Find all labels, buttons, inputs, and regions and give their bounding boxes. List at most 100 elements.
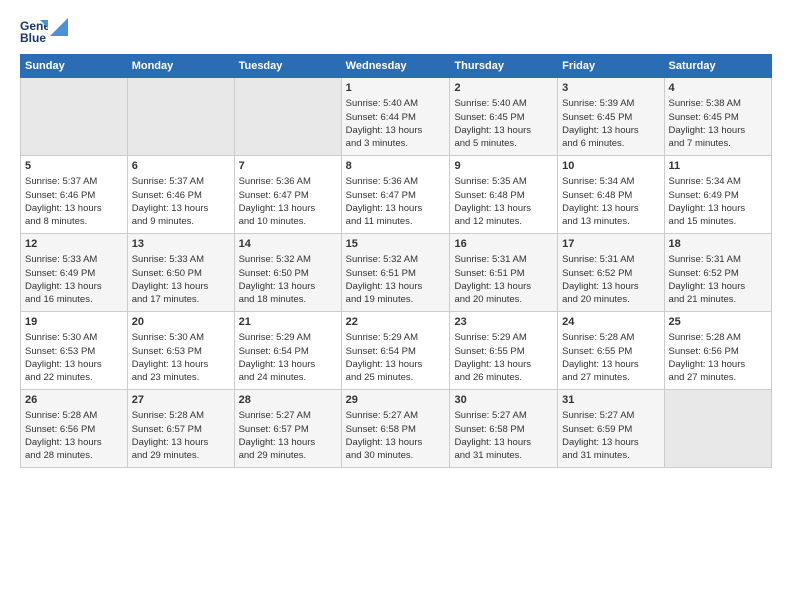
calendar-cell: 15Sunrise: 5:32 AMSunset: 6:51 PMDayligh…: [341, 234, 450, 312]
day-info: Daylight: 13 hours: [562, 358, 659, 371]
day-number: 30: [454, 393, 553, 408]
day-info: and 15 minutes.: [669, 215, 767, 228]
day-info: Sunrise: 5:36 AM: [346, 175, 446, 188]
day-info: Daylight: 13 hours: [346, 436, 446, 449]
day-info: Daylight: 13 hours: [454, 280, 553, 293]
logo-triangle-icon: [50, 18, 68, 36]
day-info: Sunset: 6:54 PM: [346, 345, 446, 358]
day-info: Sunset: 6:48 PM: [562, 189, 659, 202]
day-number: 21: [239, 315, 337, 330]
week-row-2: 5Sunrise: 5:37 AMSunset: 6:46 PMDaylight…: [21, 156, 772, 234]
day-info: Sunset: 6:56 PM: [25, 423, 123, 436]
calendar-cell: 29Sunrise: 5:27 AMSunset: 6:58 PMDayligh…: [341, 390, 450, 468]
day-info: Daylight: 13 hours: [346, 202, 446, 215]
calendar-cell: 28Sunrise: 5:27 AMSunset: 6:57 PMDayligh…: [234, 390, 341, 468]
day-info: and 6 minutes.: [562, 137, 659, 150]
day-info: and 10 minutes.: [239, 215, 337, 228]
day-info: and 25 minutes.: [346, 371, 446, 384]
day-info: Daylight: 13 hours: [132, 280, 230, 293]
day-number: 20: [132, 315, 230, 330]
logo-icon: General Blue: [20, 16, 48, 44]
day-info: Daylight: 13 hours: [132, 358, 230, 371]
day-number: 5: [25, 159, 123, 174]
day-number: 24: [562, 315, 659, 330]
day-info: Sunset: 6:45 PM: [562, 111, 659, 124]
day-info: Sunrise: 5:40 AM: [346, 97, 446, 110]
day-info: Daylight: 13 hours: [25, 358, 123, 371]
day-info: Sunrise: 5:37 AM: [25, 175, 123, 188]
day-info: and 30 minutes.: [346, 449, 446, 462]
day-info: Sunset: 6:52 PM: [669, 267, 767, 280]
day-info: Sunrise: 5:28 AM: [669, 331, 767, 344]
calendar-cell: 13Sunrise: 5:33 AMSunset: 6:50 PMDayligh…: [127, 234, 234, 312]
calendar-cell: 22Sunrise: 5:29 AMSunset: 6:54 PMDayligh…: [341, 312, 450, 390]
calendar-cell: [127, 78, 234, 156]
calendar-cell: 27Sunrise: 5:28 AMSunset: 6:57 PMDayligh…: [127, 390, 234, 468]
day-info: and 5 minutes.: [454, 137, 553, 150]
day-info: Sunset: 6:50 PM: [132, 267, 230, 280]
day-info: Daylight: 13 hours: [132, 436, 230, 449]
day-info: Sunrise: 5:31 AM: [669, 253, 767, 266]
day-info: Sunset: 6:57 PM: [239, 423, 337, 436]
calendar-page: General Blue SundayMondayTuesdayWednesda…: [0, 0, 792, 612]
day-info: Sunrise: 5:27 AM: [346, 409, 446, 422]
day-info: Daylight: 13 hours: [239, 202, 337, 215]
day-number: 14: [239, 237, 337, 252]
day-info: and 3 minutes.: [346, 137, 446, 150]
day-info: and 12 minutes.: [454, 215, 553, 228]
weekday-header-row: SundayMondayTuesdayWednesdayThursdayFrid…: [21, 55, 772, 78]
day-info: Daylight: 13 hours: [346, 280, 446, 293]
logo: General Blue: [20, 16, 68, 44]
calendar-cell: 8Sunrise: 5:36 AMSunset: 6:47 PMDaylight…: [341, 156, 450, 234]
day-info: Sunrise: 5:37 AM: [132, 175, 230, 188]
calendar-cell: 16Sunrise: 5:31 AMSunset: 6:51 PMDayligh…: [450, 234, 558, 312]
calendar-cell: 12Sunrise: 5:33 AMSunset: 6:49 PMDayligh…: [21, 234, 128, 312]
day-info: Sunrise: 5:38 AM: [669, 97, 767, 110]
day-info: Sunset: 6:57 PM: [132, 423, 230, 436]
day-info: Sunset: 6:54 PM: [239, 345, 337, 358]
day-info: Sunset: 6:53 PM: [25, 345, 123, 358]
calendar-cell: 17Sunrise: 5:31 AMSunset: 6:52 PMDayligh…: [558, 234, 664, 312]
calendar-cell: [21, 78, 128, 156]
day-info: and 26 minutes.: [454, 371, 553, 384]
week-row-4: 19Sunrise: 5:30 AMSunset: 6:53 PMDayligh…: [21, 312, 772, 390]
calendar-cell: 19Sunrise: 5:30 AMSunset: 6:53 PMDayligh…: [21, 312, 128, 390]
day-info: and 21 minutes.: [669, 293, 767, 306]
day-info: Daylight: 13 hours: [562, 436, 659, 449]
day-info: Daylight: 13 hours: [562, 124, 659, 137]
day-info: Sunrise: 5:30 AM: [132, 331, 230, 344]
day-info: Sunset: 6:50 PM: [239, 267, 337, 280]
day-number: 17: [562, 237, 659, 252]
calendar-cell: 6Sunrise: 5:37 AMSunset: 6:46 PMDaylight…: [127, 156, 234, 234]
day-info: and 7 minutes.: [669, 137, 767, 150]
calendar-cell: 18Sunrise: 5:31 AMSunset: 6:52 PMDayligh…: [664, 234, 771, 312]
day-info: Sunset: 6:49 PM: [25, 267, 123, 280]
calendar-cell: 11Sunrise: 5:34 AMSunset: 6:49 PMDayligh…: [664, 156, 771, 234]
day-info: and 16 minutes.: [25, 293, 123, 306]
day-info: Daylight: 13 hours: [669, 280, 767, 293]
day-number: 10: [562, 159, 659, 174]
day-info: Daylight: 13 hours: [669, 202, 767, 215]
day-info: Sunrise: 5:36 AM: [239, 175, 337, 188]
calendar-cell: 10Sunrise: 5:34 AMSunset: 6:48 PMDayligh…: [558, 156, 664, 234]
weekday-header-thursday: Thursday: [450, 55, 558, 78]
day-info: Sunset: 6:46 PM: [132, 189, 230, 202]
day-info: Daylight: 13 hours: [669, 358, 767, 371]
day-info: Sunrise: 5:31 AM: [562, 253, 659, 266]
day-info: Sunrise: 5:33 AM: [132, 253, 230, 266]
day-info: Sunrise: 5:29 AM: [346, 331, 446, 344]
day-info: Daylight: 13 hours: [562, 202, 659, 215]
day-info: Sunrise: 5:39 AM: [562, 97, 659, 110]
day-info: Sunset: 6:47 PM: [239, 189, 337, 202]
day-info: Sunset: 6:53 PM: [132, 345, 230, 358]
week-row-3: 12Sunrise: 5:33 AMSunset: 6:49 PMDayligh…: [21, 234, 772, 312]
day-info: Sunset: 6:45 PM: [669, 111, 767, 124]
day-info: Sunrise: 5:40 AM: [454, 97, 553, 110]
day-info: Sunset: 6:51 PM: [454, 267, 553, 280]
day-info: and 27 minutes.: [562, 371, 659, 384]
day-number: 8: [346, 159, 446, 174]
day-number: 4: [669, 81, 767, 96]
day-info: and 17 minutes.: [132, 293, 230, 306]
day-info: Sunrise: 5:27 AM: [454, 409, 553, 422]
day-info: Daylight: 13 hours: [346, 358, 446, 371]
